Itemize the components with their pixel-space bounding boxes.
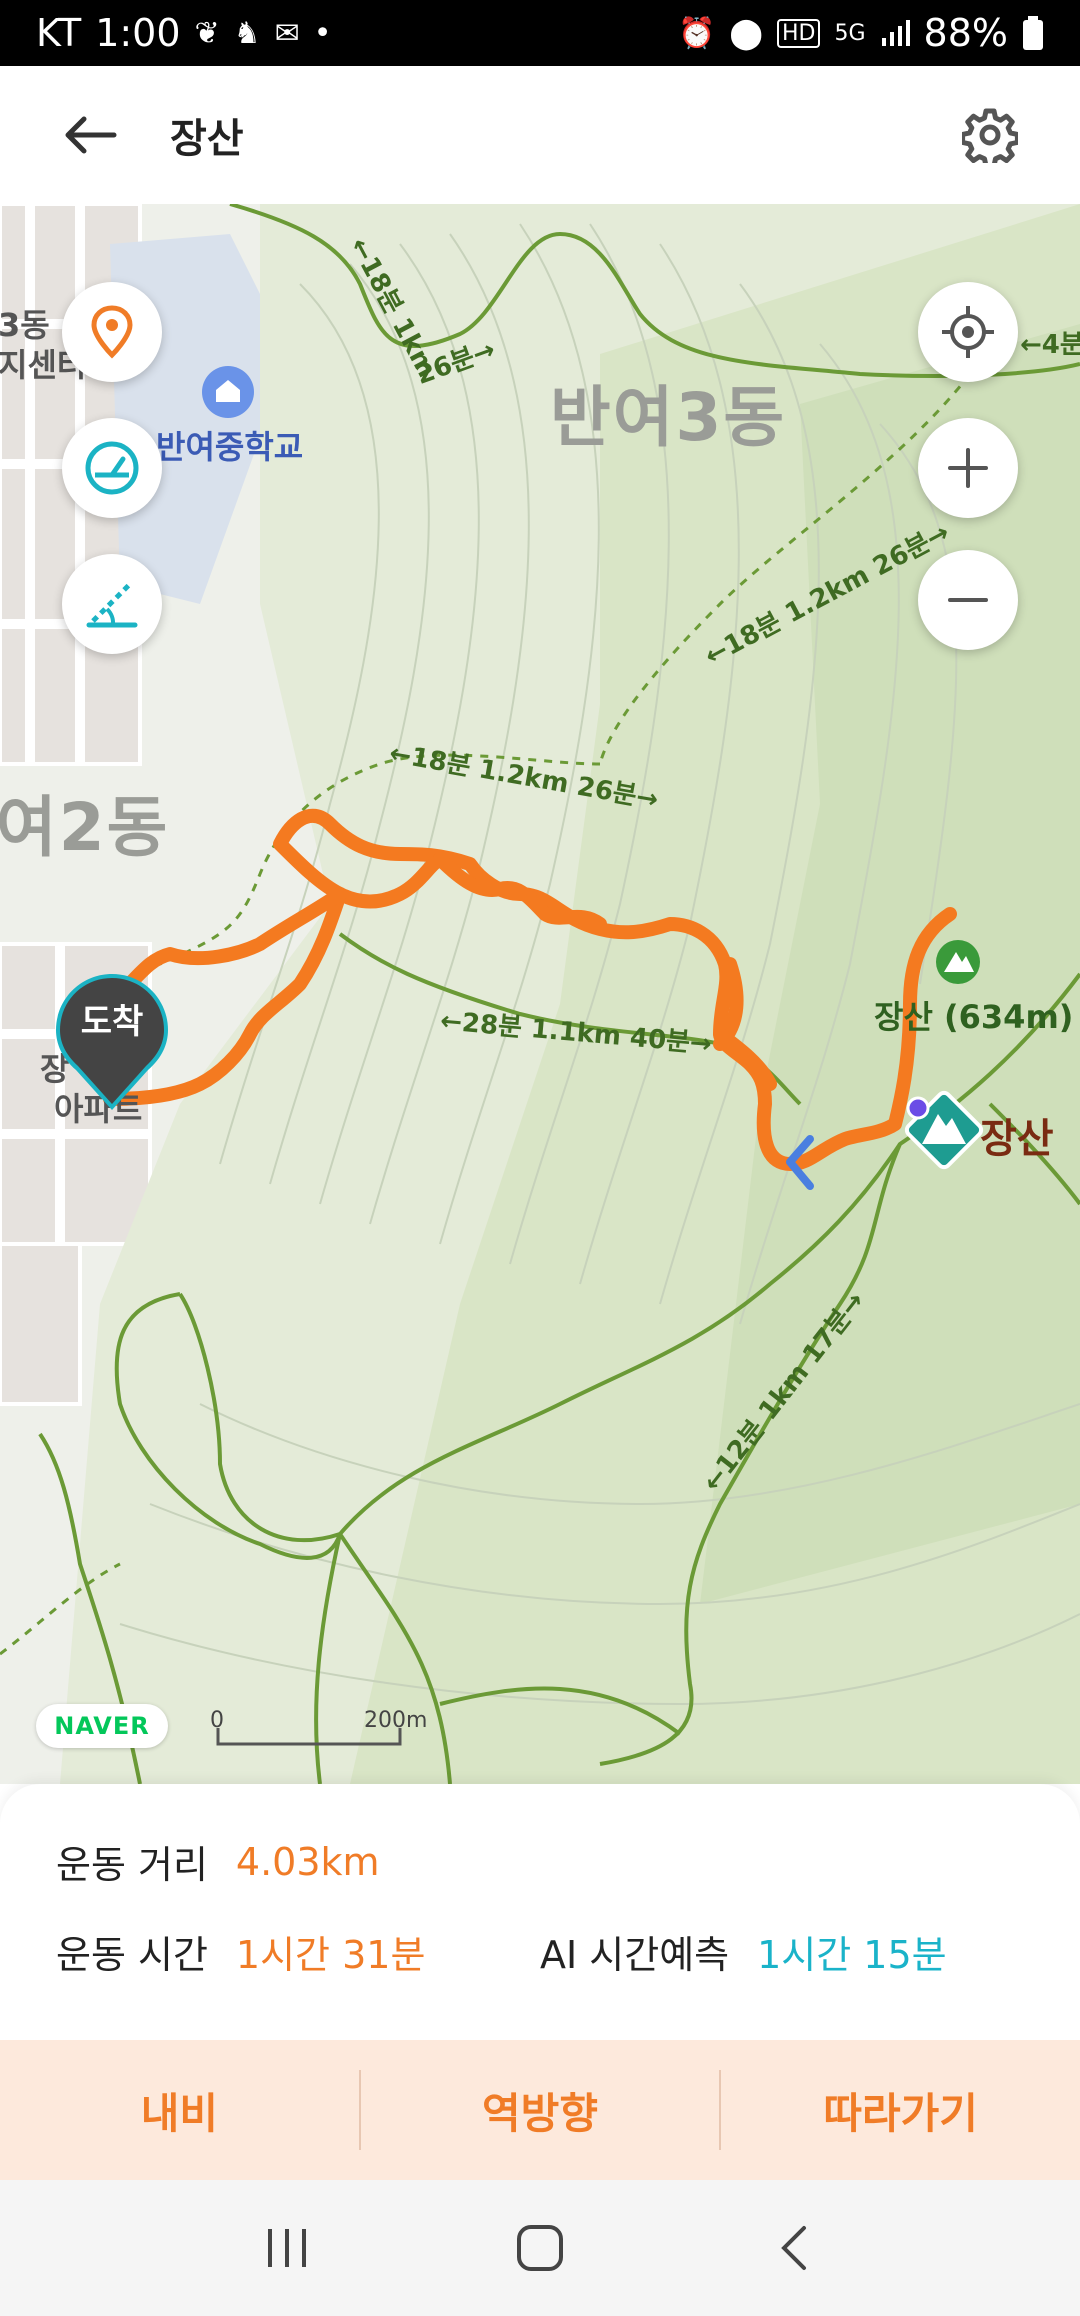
slope-icon: [86, 581, 138, 628]
clock: 1:00: [95, 11, 181, 55]
peak-marker: [936, 940, 980, 984]
zoom-in-button[interactable]: [918, 418, 1018, 518]
pin-button[interactable]: [62, 282, 162, 382]
arrival-label: 도착: [80, 1002, 144, 1042]
arrival-marker[interactable]: 도착: [56, 974, 168, 1114]
scale-start-label: 0: [210, 1708, 224, 1733]
slope-button[interactable]: [62, 554, 162, 654]
5g-icon: 5G: [834, 20, 866, 46]
poi-label-school: 반여중학교: [156, 428, 304, 466]
gear-icon: [962, 108, 1018, 163]
back-button[interactable]: [40, 80, 150, 190]
scale-end-label: 200m: [364, 1708, 428, 1733]
app-header: 장산: [0, 66, 1080, 204]
locate-icon: [942, 306, 994, 358]
ai-time-row: AI 시간예측 1시간 15분: [540, 1924, 947, 1979]
home-icon: [516, 2225, 563, 2271]
time-value: 1시간 31분: [235, 1933, 426, 1977]
dot-icon: •: [313, 15, 332, 51]
school-icon: [202, 366, 254, 418]
time-row: 운동 시간 1시간 31분: [56, 1924, 425, 1979]
carrier: KT: [36, 11, 82, 55]
scale-bar: 0 200m: [210, 1708, 430, 1752]
navi-button[interactable]: 내비: [0, 2040, 359, 2180]
follow-button[interactable]: 따라가기: [721, 2040, 1080, 2180]
zoom-in-icon: [948, 448, 988, 488]
hd-icon: HD: [777, 18, 821, 48]
distance-label: 운동 거리: [56, 1843, 208, 1887]
reverse-button[interactable]: 역방향: [361, 2040, 720, 2180]
battery-percent: 88%: [923, 11, 1008, 55]
distance-row: 운동 거리 4.03km: [56, 1834, 380, 1889]
settings-button[interactable]: [940, 85, 1040, 185]
leaf-icon: ❦: [194, 15, 220, 51]
location-icon: ⬤: [729, 15, 763, 51]
naver-logo: NAVER: [36, 1704, 168, 1748]
area-label-banyeo3: 반여3동: [550, 379, 787, 456]
area-label-banyeo2: 여2동: [0, 789, 170, 866]
trail-label: ←4분: [1020, 330, 1080, 360]
speedometer-icon: [85, 441, 139, 495]
time-label: 운동 시간: [56, 1933, 208, 1977]
recent-apps-icon: [267, 2229, 306, 2267]
zoom-out-icon: [948, 598, 988, 602]
back-icon: [781, 2226, 807, 2270]
signal-icon: [881, 20, 910, 46]
page-title: 장산: [170, 116, 244, 162]
pin-icon: [91, 305, 133, 359]
action-bar: 내비 역방향 따라가기: [0, 2040, 1080, 2180]
arrow-left-icon: [65, 116, 117, 154]
alarm-icon: ⏰: [678, 15, 716, 51]
home-button[interactable]: [480, 2198, 600, 2298]
ai-time-value: 1시간 15분: [757, 1933, 947, 1977]
status-bar: KT 1:00 ❦ ♞ ✉ • ⏰ ⬤ HD 5G 88%: [0, 0, 1080, 66]
speed-button[interactable]: [62, 418, 162, 518]
map-view[interactable]: 반여3동 여2동 반여중학교 3동 지센터 장 아파트 ←18분 1km 26분…: [0, 204, 1080, 1784]
peak-label: 장산 (634m): [874, 998, 1074, 1036]
locate-button[interactable]: [918, 282, 1018, 382]
system-nav-bar: [0, 2180, 1080, 2316]
zoom-out-button[interactable]: [918, 550, 1018, 650]
runner-icon: ♞: [233, 15, 261, 51]
ai-time-label: AI 시간예측: [540, 1933, 730, 1977]
recent-apps-button[interactable]: [227, 2198, 347, 2298]
nav-back-button[interactable]: [733, 2198, 853, 2298]
battery-icon: [1023, 16, 1043, 50]
mail-icon: ✉: [274, 15, 300, 51]
mountain-label: 장산: [980, 1116, 1054, 1162]
distance-value: 4.03km: [235, 1839, 380, 1884]
